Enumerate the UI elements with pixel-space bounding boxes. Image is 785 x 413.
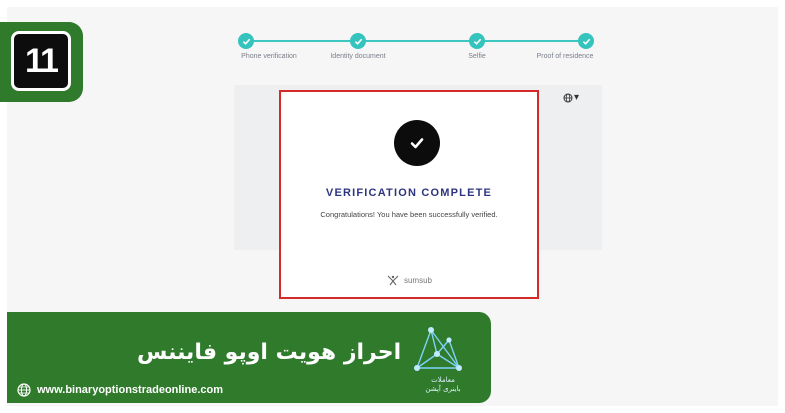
chevron-down-icon: ▾: [574, 92, 580, 103]
logo-caption-line1: معاملات: [431, 376, 455, 384]
verification-complete-card: VERIFICATION COMPLETE Congratulations! Y…: [279, 90, 539, 299]
globe-icon: [563, 93, 573, 102]
step-3-check-icon: [469, 33, 485, 49]
verification-title: VERIFICATION COMPLETE: [325, 187, 493, 199]
step-4-check-icon: [578, 33, 594, 49]
globe-icon: [17, 383, 31, 397]
success-check-icon: [394, 120, 440, 166]
verification-message: Congratulations! You have been successfu…: [320, 210, 498, 219]
logo-caption: معاملات باینری آپشن: [415, 376, 471, 394]
sumsub-brand: sumsub: [281, 274, 537, 286]
step-label-identity: Identity document: [330, 53, 386, 60]
step-label-residence: Proof of residence: [536, 53, 594, 60]
step-2-check-icon: [350, 33, 366, 49]
step-number: 11: [25, 41, 59, 80]
website-url[interactable]: www.binaryoptionstradeonline.com: [37, 384, 223, 396]
step-number-box: 11: [11, 31, 71, 91]
stepper-line: [246, 40, 586, 42]
step-label-phone: Phone verification: [241, 53, 297, 60]
step-1-check-icon: [238, 33, 254, 49]
sumsub-logo-icon: [387, 275, 399, 286]
step-label-selfie: Selfie: [468, 53, 486, 60]
network-logo-icon: [414, 327, 462, 371]
promo-banner: احراز هویت اوپو فایننس معاملات باینری آپ…: [7, 312, 491, 403]
step-number-badge: 11: [0, 22, 83, 102]
verification-stepper: Phone verification Identity document Sel…: [238, 33, 594, 63]
sumsub-label: sumsub: [403, 275, 432, 285]
banner-title: احراز هویت اوپو فایننس: [137, 340, 402, 365]
language-selector[interactable]: ▾: [563, 92, 579, 103]
website-row: www.binaryoptionstradeonline.com: [17, 383, 223, 397]
logo-caption-line2: باینری آپشن: [425, 385, 461, 393]
